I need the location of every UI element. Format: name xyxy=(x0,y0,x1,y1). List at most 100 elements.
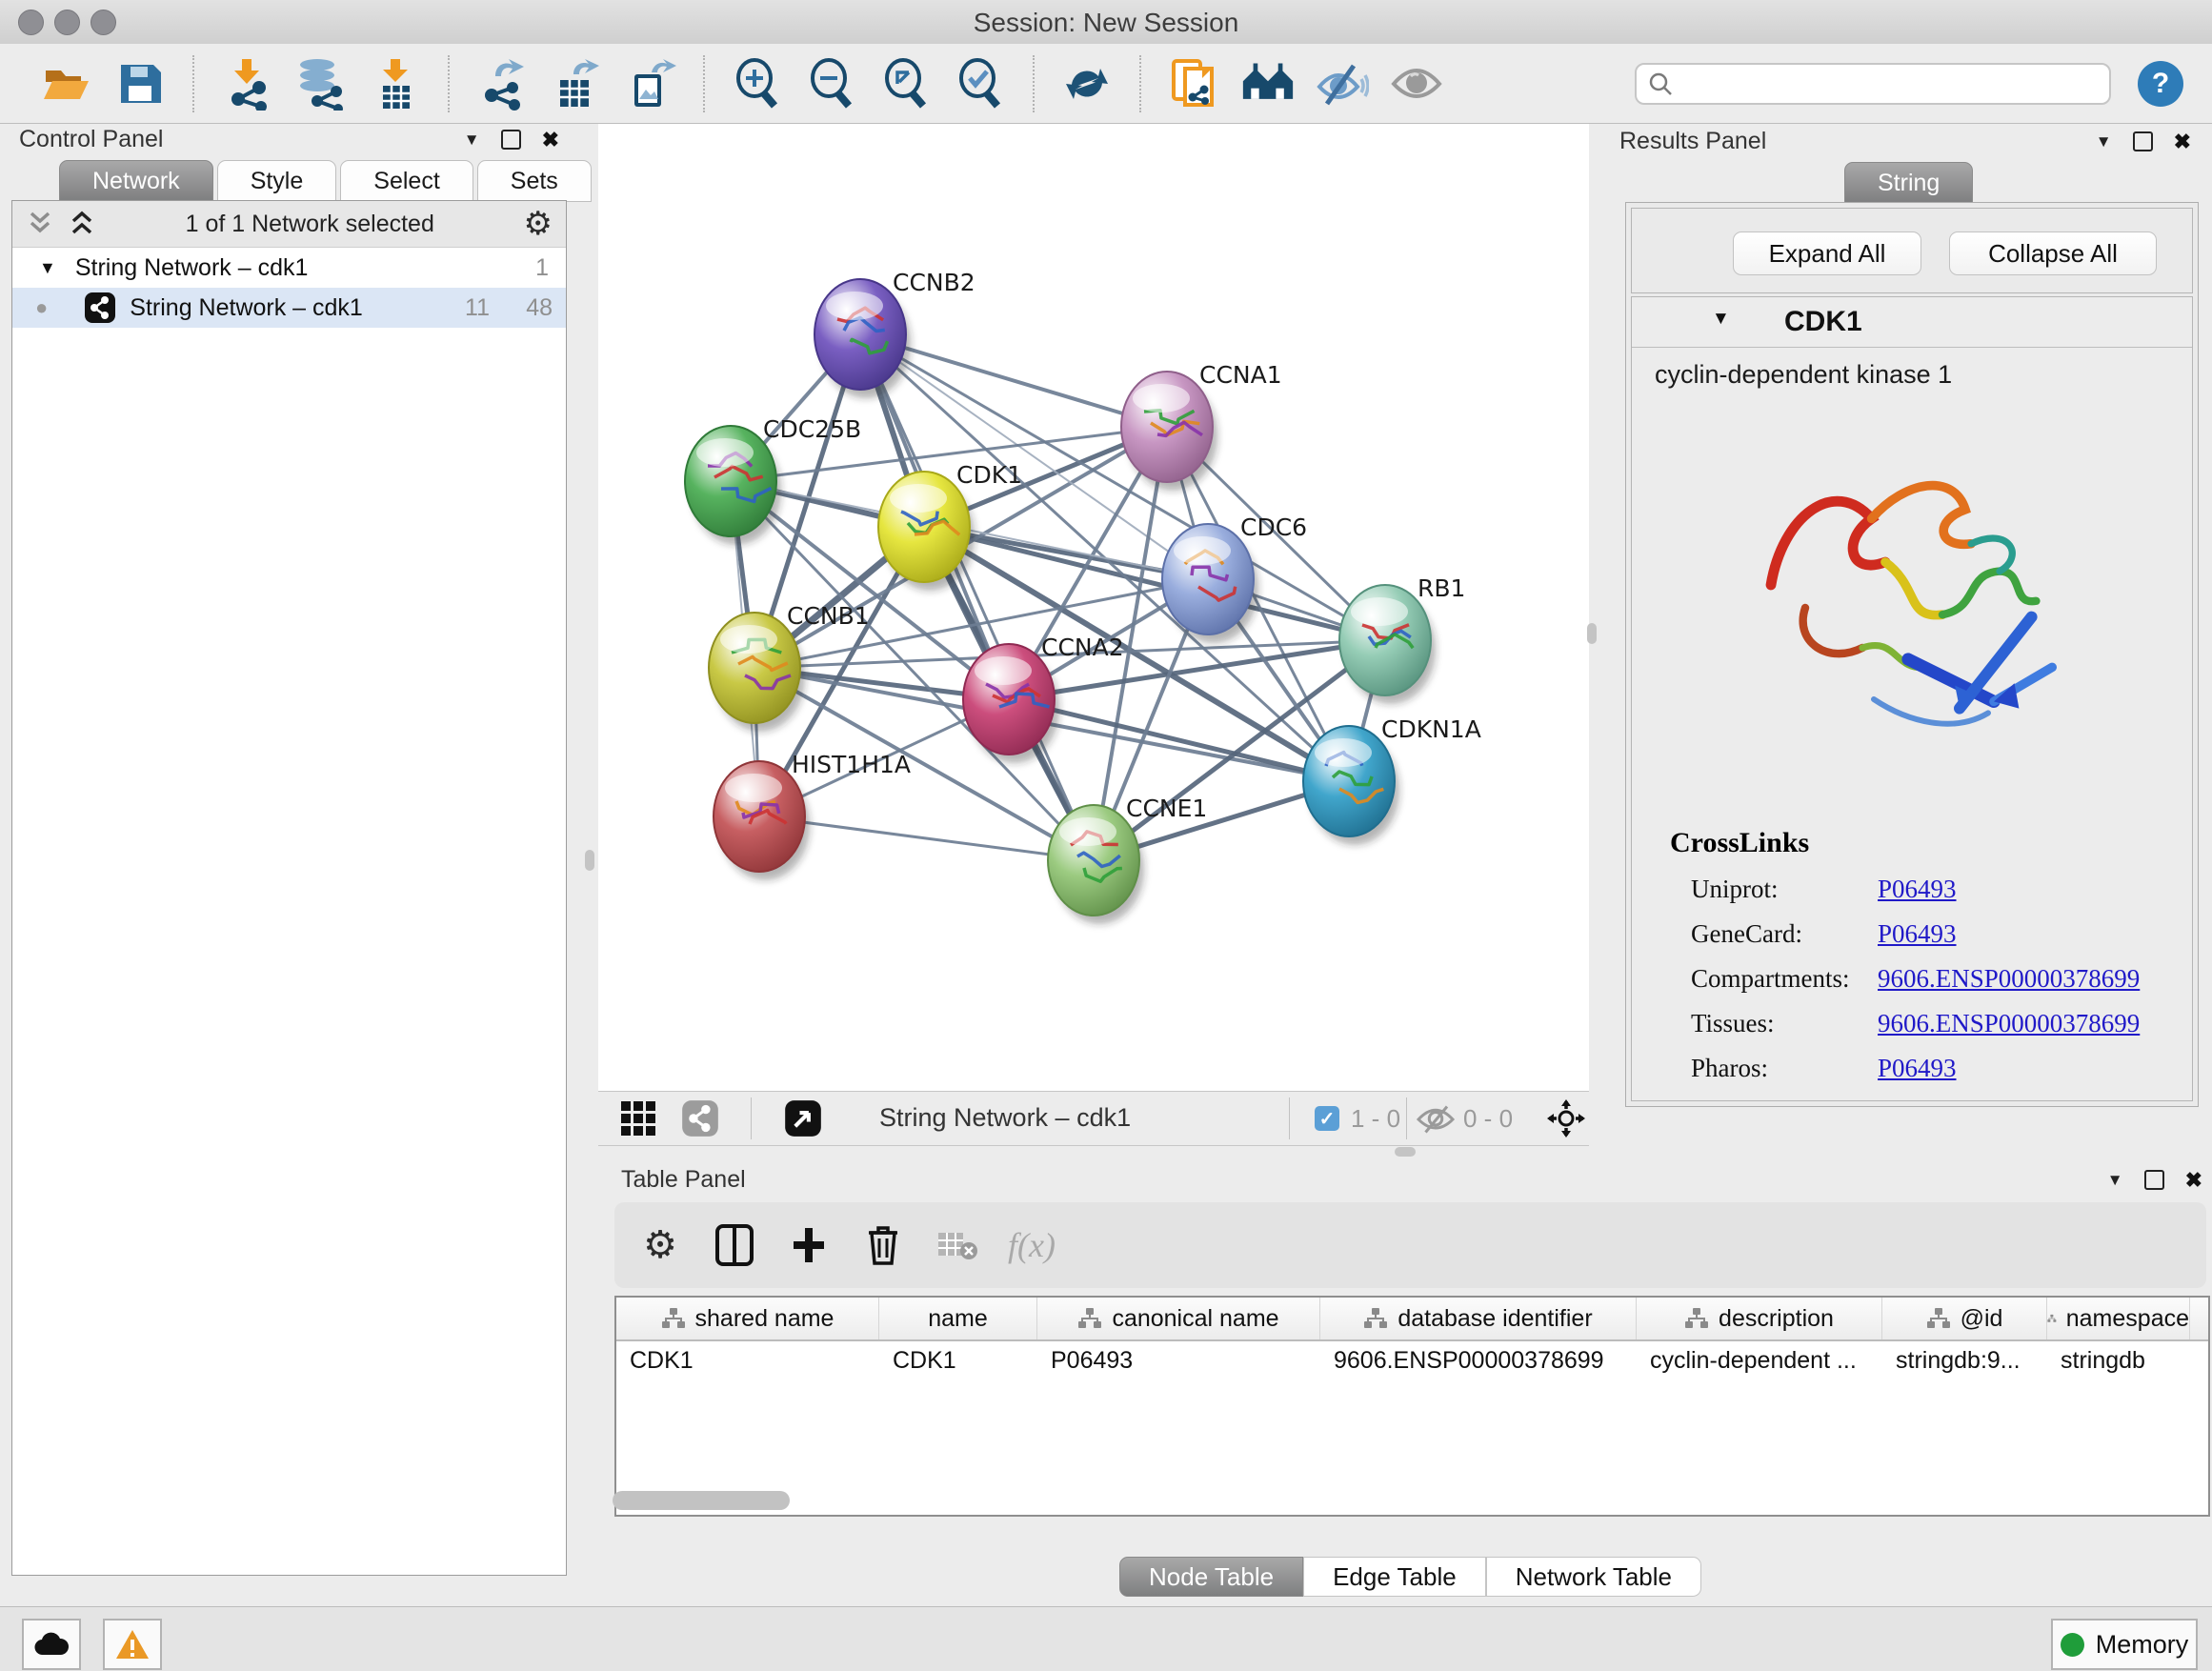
tab-network[interactable]: Network xyxy=(59,160,213,202)
search-input[interactable] xyxy=(1682,70,2098,98)
panel-float-icon[interactable]: ▼ xyxy=(2107,1171,2123,1190)
network-view-canvas[interactable]: CCNB2CCNA1CDC25BCDK1CDC6RB1CCNB1CCNA2CDK… xyxy=(598,124,1589,1091)
crosslink-value[interactable]: P06493 xyxy=(1878,919,1957,949)
node-CDKN1A[interactable]: CDKN1A xyxy=(1303,715,1481,845)
save-session-icon[interactable] xyxy=(113,57,167,111)
column-header-namespace[interactable]: namespace xyxy=(2047,1298,2190,1339)
create-column-icon[interactable] xyxy=(786,1222,832,1268)
network-view-mode-icon[interactable] xyxy=(681,1099,719,1137)
help-button[interactable]: ? xyxy=(2138,61,2183,107)
copy-network-icon[interactable] xyxy=(1167,57,1220,111)
cloud-status-button[interactable] xyxy=(22,1619,81,1670)
import-table-from-file-icon[interactable] xyxy=(369,57,422,111)
table-row[interactable]: CDK1CDK1P064939606.ENSP00000378699cyclin… xyxy=(616,1341,2208,1381)
table-cell[interactable]: stringdb xyxy=(2047,1341,2190,1381)
hidden-items-eye-icon[interactable] xyxy=(1416,1103,1456,1136)
search-box[interactable] xyxy=(1635,63,2111,105)
node-CCNB2[interactable]: CCNB2 xyxy=(814,269,975,398)
panel-float-icon[interactable]: ▼ xyxy=(464,131,480,150)
clear-table-icon[interactable] xyxy=(935,1222,980,1268)
table-options-gear-icon[interactable]: ⚙ xyxy=(637,1222,683,1268)
panel-close-icon[interactable]: ✖ xyxy=(2174,130,2191,154)
apply-preferred-layout-icon[interactable] xyxy=(1060,57,1114,111)
crosslink-value[interactable]: 9606.ENSP00000378699 xyxy=(1878,1009,2140,1038)
network-options-gear-icon[interactable]: ⚙ xyxy=(524,208,553,240)
panel-maximize-icon[interactable] xyxy=(501,130,521,150)
crosslink-row: Tissues:9606.ENSP00000378699 xyxy=(1691,1001,2165,1046)
gene-header-row[interactable]: ▼ CDK1 xyxy=(1632,297,2192,348)
import-network-from-database-icon[interactable] xyxy=(294,57,348,111)
zoom-selected-icon[interactable] xyxy=(954,57,1007,111)
delete-column-icon[interactable] xyxy=(860,1222,906,1268)
zoom-fit-icon[interactable] xyxy=(879,57,933,111)
gene-collapse-caret-icon[interactable]: ▼ xyxy=(1712,309,1730,330)
export-table-icon[interactable] xyxy=(550,57,603,111)
warnings-button[interactable] xyxy=(103,1619,162,1670)
show-columns-icon[interactable] xyxy=(712,1222,757,1268)
column-header-shared-name[interactable]: shared name xyxy=(616,1298,879,1339)
string-network-graph[interactable]: CCNB2CCNA1CDC25BCDK1CDC6RB1CCNB1CCNA2CDK… xyxy=(598,124,1589,1091)
horizontal-scrollbar[interactable] xyxy=(613,1491,790,1510)
zoom-in-icon[interactable] xyxy=(731,57,784,111)
collapse-all-button[interactable]: Collapse All xyxy=(1949,232,2157,275)
edge-CCNA2-CDKN1A[interactable] xyxy=(1009,699,1349,781)
node-CCNA2[interactable]: CCNA2 xyxy=(963,634,1124,763)
panel-maximize-icon[interactable] xyxy=(2133,131,2153,151)
collection-expand-caret-icon[interactable]: ▼ xyxy=(39,258,56,278)
export-network-icon[interactable] xyxy=(475,57,529,111)
pan-crosshair-icon[interactable] xyxy=(1547,1099,1585,1137)
table-cell[interactable]: 9606.ENSP00000378699 xyxy=(1320,1341,1637,1381)
node-CDC6[interactable]: CDC6 xyxy=(1162,513,1307,643)
collapse-all-icon[interactable] xyxy=(26,210,54,238)
import-network-from-file-icon[interactable] xyxy=(220,57,273,111)
selected-node-edge-count: 1 - 0 xyxy=(1351,1104,1400,1134)
column-header-description[interactable]: description xyxy=(1637,1298,1882,1339)
tab-style[interactable]: Style xyxy=(217,160,337,202)
memory-button[interactable]: Memory xyxy=(2051,1619,2198,1670)
panel-float-icon[interactable]: ▼ xyxy=(2096,132,2112,151)
table-cell[interactable]: stringdb:9... xyxy=(1882,1341,2047,1381)
column-header-name[interactable]: name xyxy=(879,1298,1037,1339)
tab-network-table[interactable]: Network Table xyxy=(1486,1557,1701,1597)
first-neighbors-icon[interactable] xyxy=(1241,57,1295,111)
column-header-database-identifier[interactable]: database identifier xyxy=(1320,1298,1637,1339)
splitter-grip[interactable] xyxy=(585,850,594,871)
tab-string[interactable]: String xyxy=(1844,162,1973,204)
crosslink-value[interactable]: P06493 xyxy=(1878,875,1957,904)
network-collection-row[interactable]: ▼ String Network – cdk1 1 xyxy=(12,248,566,288)
show-graphics-details-icon[interactable] xyxy=(1390,57,1443,111)
expand-all-button[interactable]: Expand All xyxy=(1733,232,1921,275)
node-table[interactable]: shared namenamecanonical namedatabase id… xyxy=(614,1296,2210,1517)
birdseye-navigator-icon[interactable] xyxy=(784,1099,822,1137)
grid-view-icon[interactable] xyxy=(619,1099,657,1137)
node-RB1[interactable]: RB1 xyxy=(1339,574,1465,704)
open-session-icon[interactable] xyxy=(39,57,92,111)
network-row[interactable]: ● String Network – cdk1 11 48 xyxy=(12,288,566,328)
panel-maximize-icon[interactable] xyxy=(2144,1170,2164,1190)
column-header--id[interactable]: @id xyxy=(1882,1298,2047,1339)
crosslink-value[interactable]: 9606.ENSP00000378699 xyxy=(1878,964,2140,994)
tab-select[interactable]: Select xyxy=(340,160,473,202)
table-cell[interactable]: CDK1 xyxy=(616,1341,879,1381)
tab-edge-table[interactable]: Edge Table xyxy=(1303,1557,1486,1597)
panel-close-icon[interactable]: ✖ xyxy=(542,128,559,152)
tab-node-table[interactable]: Node Table xyxy=(1119,1557,1303,1597)
node-CCNE1[interactable]: CCNE1 xyxy=(1048,795,1207,924)
zoom-out-icon[interactable] xyxy=(805,57,858,111)
crosslink-value[interactable]: P06493 xyxy=(1878,1054,1957,1083)
node-CCNA1[interactable]: CCNA1 xyxy=(1121,361,1282,491)
hide-selected-icon[interactable] xyxy=(1316,57,1369,111)
node-HIST1H1A[interactable]: HIST1H1A xyxy=(714,751,911,880)
column-header-canonical-name[interactable]: canonical name xyxy=(1037,1298,1320,1339)
edge-CCNB2-CCNE1[interactable] xyxy=(860,334,1094,860)
table-cell[interactable]: CDK1 xyxy=(879,1341,1037,1381)
panel-close-icon[interactable]: ✖ xyxy=(2185,1168,2202,1193)
tab-sets[interactable]: Sets xyxy=(477,160,592,202)
edge-CDK1-RB1[interactable] xyxy=(924,527,1385,640)
function-builder-icon[interactable]: f(x) xyxy=(1009,1222,1055,1268)
export-image-icon[interactable] xyxy=(624,57,677,111)
table-cell[interactable]: cyclin-dependent ... xyxy=(1637,1341,1882,1381)
selected-items-checkbox[interactable]: ✓ xyxy=(1315,1106,1339,1131)
table-cell[interactable]: P06493 xyxy=(1037,1341,1320,1381)
expand-all-icon[interactable] xyxy=(68,210,96,238)
